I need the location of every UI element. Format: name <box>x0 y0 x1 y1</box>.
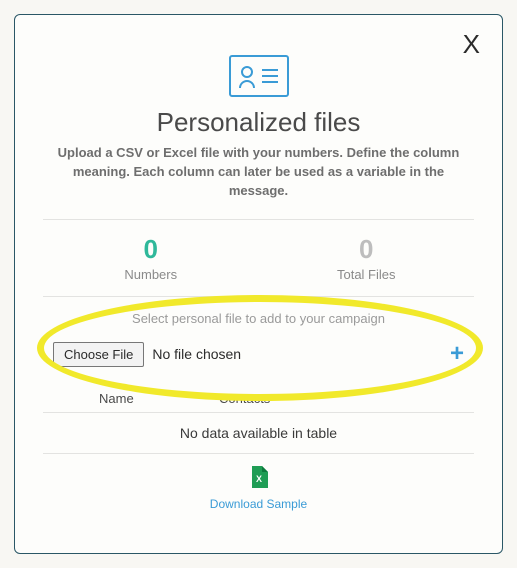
excel-file-icon: X <box>250 466 268 493</box>
table-empty-message: No data available in table <box>43 413 474 454</box>
file-status-text: No file chosen <box>152 346 450 362</box>
column-contacts: Contacts <box>219 391 270 406</box>
stat-numbers-label: Numbers <box>43 267 259 282</box>
download-sample-area: X Download Sample <box>43 454 474 511</box>
stat-total-files: 0 Total Files <box>259 234 475 282</box>
personalized-files-dialog: X Personalized files Upload a CSV or Exc… <box>14 14 503 554</box>
stat-numbers-value: 0 <box>43 234 259 265</box>
close-icon[interactable]: X <box>463 29 480 60</box>
file-upload-section: Select personal file to add to your camp… <box>43 297 474 385</box>
stat-numbers: 0 Numbers <box>43 234 259 282</box>
choose-file-button[interactable]: Choose File <box>53 342 144 367</box>
id-card-icon <box>43 55 474 97</box>
svg-text:X: X <box>255 474 261 484</box>
column-name: Name <box>99 391 219 406</box>
stat-total-files-value: 0 <box>259 234 475 265</box>
dialog-subtitle: Upload a CSV or Excel file with your num… <box>43 144 474 201</box>
add-file-icon[interactable]: + <box>450 342 464 366</box>
stats-row: 0 Numbers 0 Total Files <box>43 220 474 296</box>
file-input-row: Choose File No file chosen + <box>43 342 474 367</box>
table-header: Name Contacts <box>43 385 474 413</box>
download-sample-link[interactable]: Download Sample <box>43 497 474 511</box>
file-section-caption: Select personal file to add to your camp… <box>43 311 474 326</box>
dialog-title: Personalized files <box>43 107 474 138</box>
stat-total-files-label: Total Files <box>259 267 475 282</box>
